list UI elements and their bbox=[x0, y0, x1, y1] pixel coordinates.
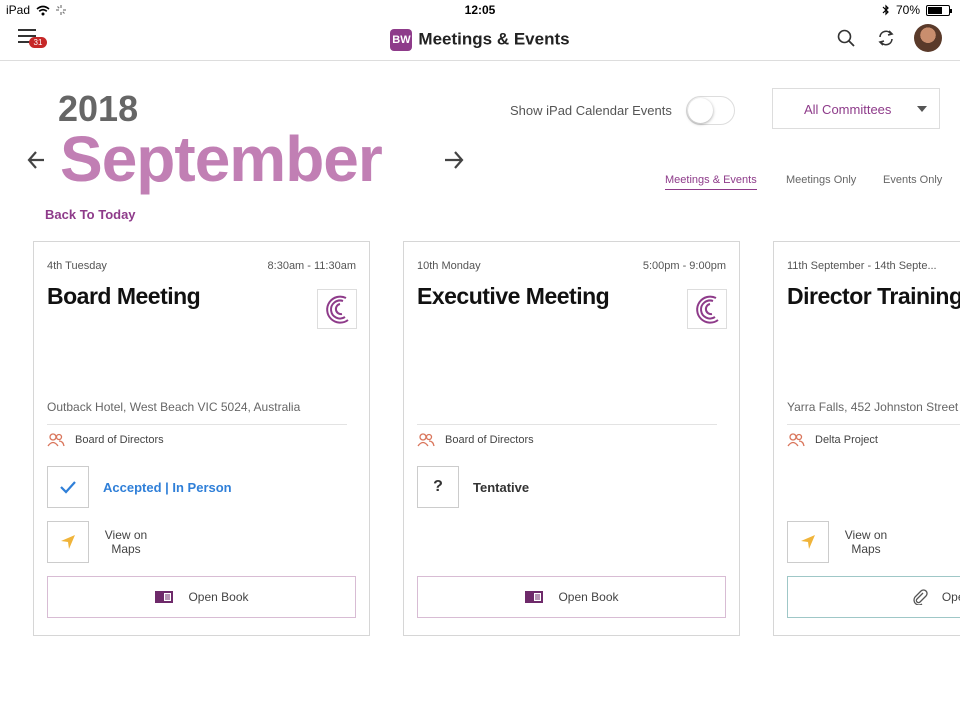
maps-label: View on Maps bbox=[104, 528, 148, 556]
event-date: 11th September - 14th Septe... bbox=[787, 260, 937, 272]
event-date: 10th Monday bbox=[417, 260, 481, 272]
filter-events-only[interactable]: Events Only bbox=[883, 174, 942, 186]
event-title: Board Meeting bbox=[47, 283, 201, 309]
ipad-calendar-label: Show iPad Calendar Events bbox=[510, 103, 672, 118]
maps-label: View on Maps bbox=[844, 528, 888, 556]
people-icon bbox=[47, 433, 65, 447]
clock: 12:05 bbox=[464, 3, 496, 17]
search-button[interactable] bbox=[834, 26, 858, 50]
app-title: BW Meetings & Events bbox=[0, 29, 960, 51]
event-card[interactable]: 11th September - 14th Septe... Director … bbox=[773, 241, 960, 636]
status-icon-box[interactable]: ? bbox=[417, 466, 459, 508]
question-icon: ? bbox=[433, 478, 443, 495]
next-month-arrow-icon[interactable] bbox=[440, 146, 468, 174]
open-book-label: Open Book bbox=[188, 590, 249, 604]
previous-month-arrow-icon[interactable] bbox=[24, 146, 52, 174]
navbar: 31 BW Meetings & Events bbox=[0, 20, 960, 61]
people-icon bbox=[417, 433, 435, 447]
nav-actions bbox=[834, 24, 942, 52]
event-group: Delta Project bbox=[787, 433, 878, 447]
attendance-status[interactable]: Accepted | In Person bbox=[47, 466, 232, 508]
check-icon bbox=[60, 481, 76, 494]
people-icon bbox=[787, 433, 805, 447]
battery-fill bbox=[928, 6, 942, 14]
organization-logo-icon bbox=[326, 295, 349, 324]
book-icon bbox=[525, 591, 544, 603]
app-logo: BW bbox=[390, 29, 413, 51]
battery-icon bbox=[926, 4, 952, 16]
open-attachment-button[interactable]: Open bbox=[787, 576, 960, 618]
toggle-knob bbox=[688, 98, 713, 123]
open-book-button[interactable]: Open Book bbox=[417, 576, 726, 618]
event-card[interactable]: 4th Tuesday 8:30am - 11:30am Board Meeti… bbox=[33, 241, 370, 636]
group-name: Board of Directors bbox=[445, 434, 534, 446]
committee-select[interactable]: All Committees bbox=[772, 88, 940, 129]
committee-select-value: All Committees bbox=[804, 102, 892, 117]
maps-icon-box[interactable] bbox=[47, 521, 89, 563]
status-text: Tentative bbox=[473, 479, 530, 495]
group-name: Board of Directors bbox=[75, 434, 164, 446]
event-card[interactable]: 10th Monday 5:00pm - 9:00pm Executive Me… bbox=[403, 241, 740, 636]
location-arrow-icon bbox=[61, 535, 75, 549]
calendar-month: September bbox=[60, 123, 383, 195]
view-on-maps-button[interactable]: View on Maps bbox=[787, 521, 889, 563]
divider bbox=[47, 424, 347, 425]
open-book-label: Open Book bbox=[558, 590, 619, 604]
event-time: 5:00pm - 9:00pm bbox=[642, 260, 726, 272]
event-location: Outback Hotel, West Beach VIC 5024, Aust… bbox=[47, 400, 301, 414]
book-icon bbox=[155, 591, 174, 603]
user-avatar[interactable] bbox=[914, 24, 942, 52]
organization-logo bbox=[317, 289, 357, 329]
divider bbox=[787, 424, 960, 425]
page-title: Meetings & Events bbox=[418, 29, 570, 49]
event-title: Executive Meeting bbox=[417, 283, 610, 309]
chevron-down-icon bbox=[917, 106, 927, 112]
ipad-calendar-toggle[interactable] bbox=[686, 96, 735, 125]
paperclip-icon bbox=[913, 589, 928, 605]
organization-logo bbox=[687, 289, 727, 329]
event-group: Board of Directors bbox=[417, 433, 534, 447]
location-arrow-icon bbox=[801, 535, 815, 549]
maps-icon-box[interactable] bbox=[787, 521, 829, 563]
card-clip: 11th September - 14th Septe... Director … bbox=[773, 241, 960, 637]
sync-button[interactable] bbox=[874, 26, 898, 50]
bluetooth-icon bbox=[882, 4, 889, 16]
battery-percent: 70% bbox=[895, 3, 920, 17]
open-book-button[interactable]: Open Book bbox=[47, 576, 356, 618]
divider bbox=[417, 424, 717, 425]
event-location: Yarra Falls, 452 Johnston Street bbox=[787, 400, 959, 414]
filter-meetings-events[interactable]: Meetings & Events bbox=[665, 174, 757, 190]
status-icon-box[interactable] bbox=[47, 466, 89, 508]
back-to-today-link[interactable]: Back To Today bbox=[45, 207, 136, 222]
attendance-status[interactable]: ? Tentative bbox=[417, 466, 529, 508]
event-group: Board of Directors bbox=[47, 433, 164, 447]
event-time: 8:30am - 11:30am bbox=[267, 260, 356, 272]
status-right: 70% bbox=[882, 3, 952, 17]
organization-logo-icon bbox=[696, 295, 719, 324]
search-icon bbox=[837, 29, 855, 47]
refresh-icon bbox=[878, 30, 894, 46]
status-bar: iPad 12:05 70% bbox=[0, 0, 960, 20]
event-title: Director Training Workshop bbox=[787, 283, 960, 309]
filter-meetings-only[interactable]: Meetings Only bbox=[786, 174, 856, 186]
event-date: 4th Tuesday bbox=[47, 260, 107, 272]
open-attachment-label: Open bbox=[941, 590, 960, 604]
view-on-maps-button[interactable]: View on Maps bbox=[47, 521, 149, 563]
status-text: Accepted | In Person bbox=[103, 479, 232, 495]
group-name: Delta Project bbox=[815, 434, 878, 446]
